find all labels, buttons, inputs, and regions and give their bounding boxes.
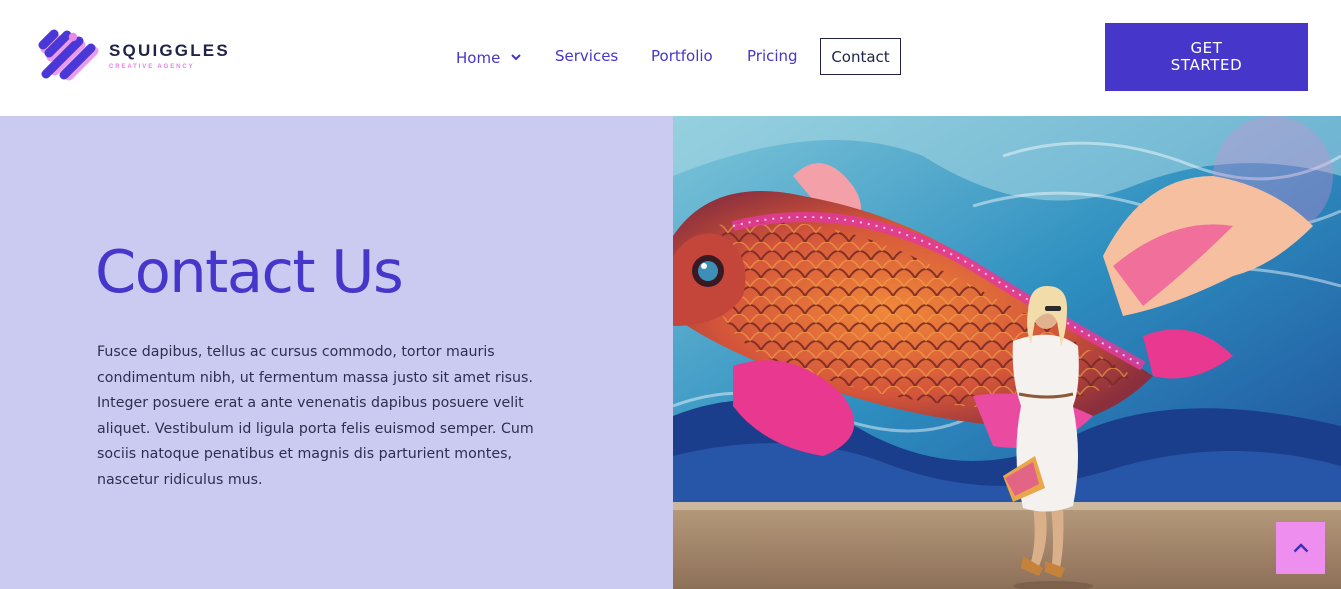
hero-image [673,116,1341,589]
nav-item-home[interactable]: Home [456,47,521,67]
chevron-up-icon [1293,541,1309,556]
get-started-button[interactable]: GET STARTED [1105,23,1308,91]
hero-description: Fusce dapibus, tellus ac cursus commodo,… [97,344,534,488]
nav-item-label: Home [456,49,501,67]
site-header: SQUIGGLES CREATIVE AGENCY Home Services … [0,0,1341,116]
contact-hero-panel: Contact Us Fusce dapibus, tellus ac curs… [0,116,673,589]
nav-item-contact[interactable]: Contact [820,38,901,75]
nav-item-portfolio[interactable]: Portfolio [651,47,713,65]
page-title: Contact Us [95,237,404,306]
get-started-label: GET STARTED [1170,39,1243,74]
koi-mural-illustration [673,116,1341,589]
chevron-down-icon [511,47,521,65]
back-to-top-button[interactable] [1276,522,1325,574]
nav-item-services[interactable]: Services [555,47,618,65]
nav-item-pricing[interactable]: Pricing [747,47,798,65]
